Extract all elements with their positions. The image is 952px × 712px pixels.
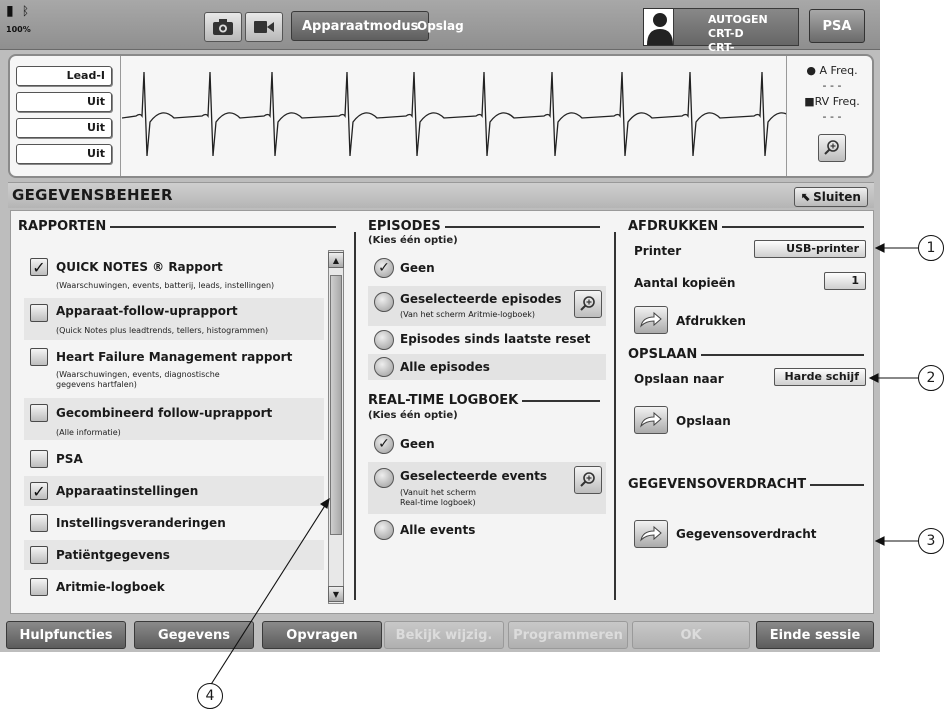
callout-1: 1 [918,235,944,261]
callout-lines [209,243,918,687]
callout-2: 2 [918,365,944,391]
callout-4: 4 [197,683,223,709]
callout-3: 3 [918,528,944,554]
